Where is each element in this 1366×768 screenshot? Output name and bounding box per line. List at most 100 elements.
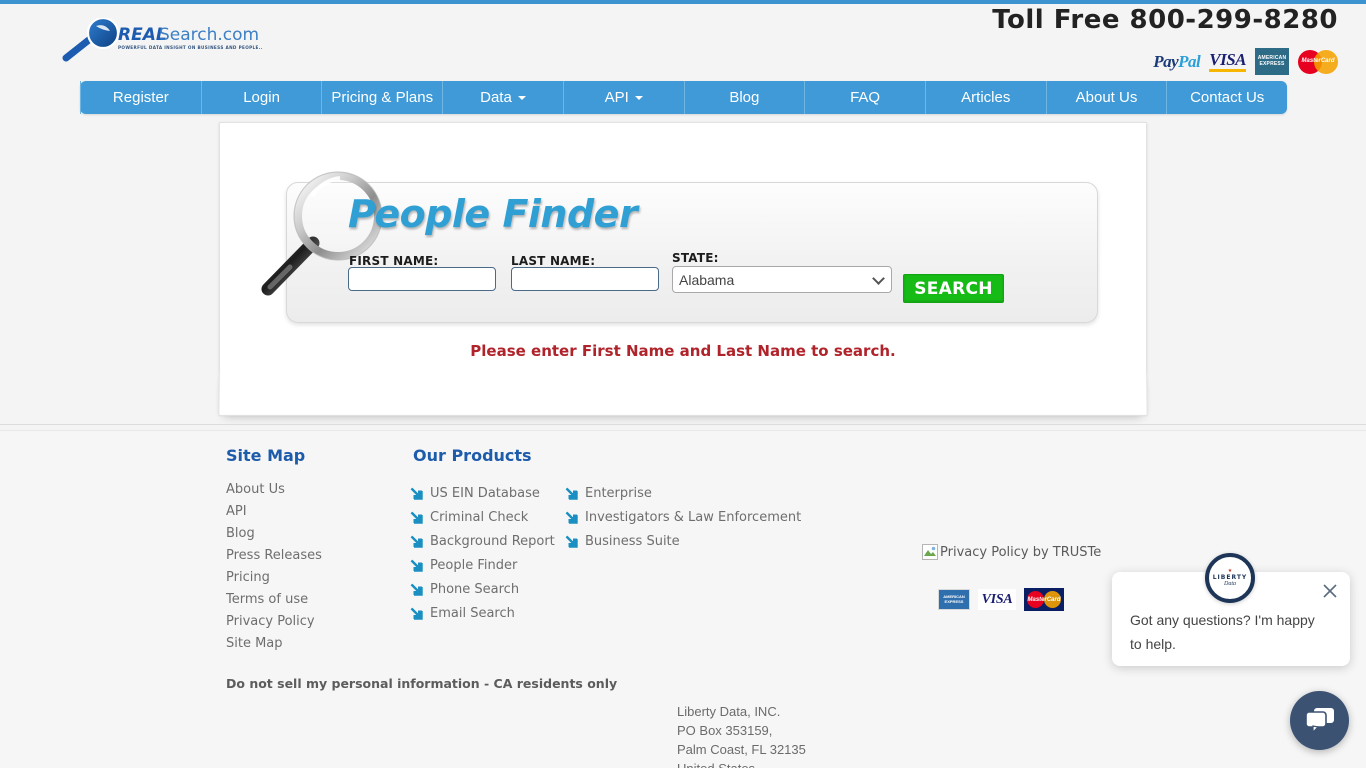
chevron-down-icon xyxy=(517,95,526,100)
product-link-row[interactable]: US EIN Database xyxy=(410,481,555,505)
nav-item-faq[interactable]: FAQ xyxy=(805,81,926,114)
arrow-down-right-icon xyxy=(410,487,423,500)
visa-icon: VISA xyxy=(978,589,1016,610)
product-link-row[interactable]: Email Search xyxy=(410,601,555,625)
arrow-down-right-icon xyxy=(565,535,578,548)
nav-item-label: Register xyxy=(112,89,169,106)
address-line: PO Box 353159, xyxy=(677,723,773,738)
arrow-down-right-icon xyxy=(565,511,578,524)
arrow-down-right-icon xyxy=(410,583,423,596)
people-finder-title: People Finder xyxy=(348,192,638,236)
product-link[interactable]: US EIN Database xyxy=(430,486,540,501)
nav-item-label: Login xyxy=(243,89,280,106)
address-line: Liberty Data, INC. xyxy=(677,704,781,719)
product-link[interactable]: Phone Search xyxy=(430,582,519,597)
nav-item-pricing-plans[interactable]: Pricing & Plans xyxy=(322,81,444,114)
sitemap-link[interactable]: Privacy Policy xyxy=(226,611,322,633)
nav-item-about-us[interactable]: About Us xyxy=(1047,81,1168,114)
chevron-down-icon xyxy=(634,95,643,100)
arrow-down-right-icon xyxy=(565,487,578,500)
product-link-row[interactable]: Background Report xyxy=(410,529,555,553)
nav-item-label: Blog xyxy=(729,89,760,106)
site-logo[interactable]: REAL Search.com POWERFUL DATA INSIGHT ON… xyxy=(62,18,262,64)
mastercard-icon: MasterCard xyxy=(1024,588,1064,611)
chat-bubble-icon xyxy=(1304,707,1334,733)
nav-item-contact-us[interactable]: Contact Us xyxy=(1167,81,1287,114)
nav-item-label: Articles xyxy=(961,89,1011,106)
close-icon[interactable] xyxy=(1322,583,1338,599)
product-link[interactable]: Business Suite xyxy=(585,534,680,549)
nav-item-data[interactable]: Data xyxy=(443,81,564,114)
avatar: ★ LIBERTY Data xyxy=(1205,553,1255,603)
last-name-label: LAST NAME: xyxy=(511,254,596,268)
nav-item-label: API xyxy=(604,89,629,106)
sitemap-link[interactable]: Terms of use xyxy=(226,589,322,611)
nav-item-login[interactable]: Login xyxy=(202,81,323,114)
sitemap-link[interactable]: API xyxy=(226,501,322,523)
nav-item-articles[interactable]: Articles xyxy=(926,81,1047,114)
sitemap-link[interactable]: Site Map xyxy=(226,633,322,655)
product-link-row[interactable]: Criminal Check xyxy=(410,505,555,529)
product-link-row[interactable]: Investigators & Law Enforcement xyxy=(565,505,801,529)
product-link[interactable]: Enterprise xyxy=(585,486,652,501)
nav-item-label: Contact Us xyxy=(1190,89,1265,106)
paypal-icon: PayPal xyxy=(1153,51,1201,71)
product-link[interactable]: People Finder xyxy=(430,558,517,573)
address-line: Palm Coast, FL 32135 xyxy=(677,742,806,757)
sitemap-link[interactable]: About Us xyxy=(226,479,322,501)
validation-error-message: Please enter First Name and Last Name to… xyxy=(470,342,896,360)
sitemap-link[interactable]: Blog xyxy=(226,523,322,545)
magnifier-icon xyxy=(250,168,400,316)
product-link-row[interactable]: People Finder xyxy=(410,553,555,577)
mastercard-icon: MasterCard xyxy=(1298,49,1338,75)
sitemap-link[interactable]: Pricing xyxy=(226,567,322,589)
nav-item-label: Pricing & Plans xyxy=(331,89,434,106)
search-button[interactable]: SEARCH xyxy=(903,274,1004,303)
sitemap-links: About Us API Blog Press Releases Pricing Term… xyxy=(226,479,322,655)
header-payment-icons: PayPal VISA AMERICAN EXPRESS MasterCard xyxy=(1153,48,1338,75)
svg-text:POWERFUL DATA INSIGHT ON BUSIN: POWERFUL DATA INSIGHT ON BUSINESS AND PE… xyxy=(118,45,262,50)
panel-bottom-curl xyxy=(218,370,1148,417)
broken-image-icon xyxy=(922,544,938,560)
amex-icon: AMERICAN EXPRESS xyxy=(1255,48,1289,75)
toll-free-phone: Toll Free 800-299-8280 xyxy=(992,5,1338,35)
nav-item-register[interactable]: Register xyxy=(80,81,202,114)
arrow-down-right-icon xyxy=(410,511,423,524)
nav-item-label: FAQ xyxy=(850,89,881,106)
products-column-1: US EIN Database Criminal Check Background … xyxy=(410,481,555,625)
product-link-row[interactable]: Enterprise xyxy=(565,481,801,505)
nav-item-blog[interactable]: Blog xyxy=(685,81,806,114)
truste-alt-text: Privacy Policy by TRUSTe xyxy=(940,544,1102,560)
realsearch-logo-icon: REAL Search.com POWERFUL DATA INSIGHT ON… xyxy=(62,18,262,62)
page-root: REAL Search.com POWERFUL DATA INSIGHT ON… xyxy=(0,0,1366,768)
avatar-top-text: LIBERTY xyxy=(1212,574,1248,581)
nav-item-label: Data xyxy=(480,89,512,106)
product-link[interactable]: Criminal Check xyxy=(430,510,528,525)
product-link[interactable]: Investigators & Law Enforcement xyxy=(585,510,801,525)
main-navigation: Register Login Pricing & Plans Data API Blog F… xyxy=(80,81,1287,114)
do-not-sell-link[interactable]: Do not sell my personal information - CA… xyxy=(226,676,617,691)
state-select[interactable]: Alabama xyxy=(672,266,892,293)
products-column-2: Enterprise Investigators & Law Enforcemen… xyxy=(565,481,801,553)
nav-item-api[interactable]: API xyxy=(564,81,685,114)
nav-item-label: About Us xyxy=(1075,89,1138,106)
product-link-row[interactable]: Business Suite xyxy=(565,529,801,553)
truste-privacy-badge[interactable]: Privacy Policy by TRUSTe xyxy=(922,544,1101,560)
state-label: STATE: xyxy=(672,251,719,265)
first-name-label: FIRST NAME: xyxy=(349,254,439,268)
footer-divider xyxy=(0,424,1366,425)
arrow-down-right-icon xyxy=(410,559,423,572)
site-header: REAL Search.com POWERFUL DATA INSIGHT ON… xyxy=(0,4,1366,80)
product-link[interactable]: Email Search xyxy=(430,606,515,621)
sitemap-link[interactable]: Press Releases xyxy=(226,545,322,567)
svg-text:Search.com: Search.com xyxy=(159,25,259,45)
product-link[interactable]: Background Report xyxy=(430,534,555,549)
arrow-down-right-icon xyxy=(410,535,423,548)
last-name-input[interactable] xyxy=(511,267,659,291)
footer-payment-icons: AMERICAN EXPRESS VISA MasterCard xyxy=(938,588,1064,611)
chat-launcher-button[interactable] xyxy=(1290,691,1349,750)
chat-message-text: Got any questions? I'm happy to help. xyxy=(1130,612,1315,652)
visa-icon: VISA xyxy=(1209,51,1246,72)
first-name-input[interactable] xyxy=(348,267,496,291)
product-link-row[interactable]: Phone Search xyxy=(410,577,555,601)
